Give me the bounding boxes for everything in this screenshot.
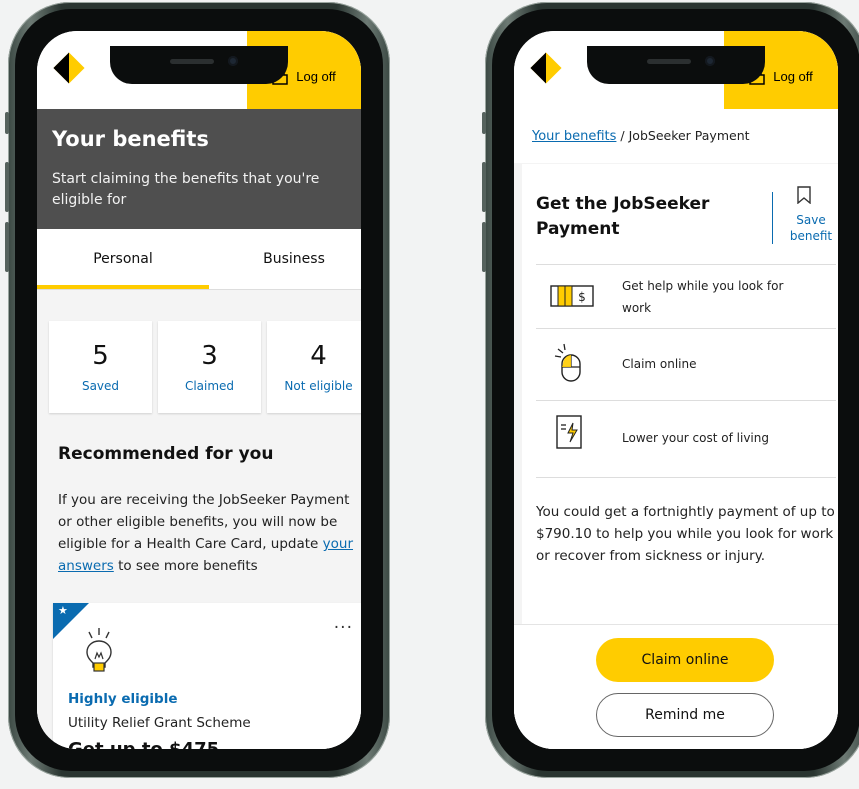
breadcrumb: Your benefits / JobSeeker Payment <box>532 128 750 144</box>
tab-personal[interactable]: Personal <box>37 229 209 289</box>
mute-switch <box>482 112 486 134</box>
eligibility-label: Highly eligible <box>68 691 178 707</box>
bezel: Log off Your benefits / JobSeeker Paymen… <box>492 9 859 771</box>
notch <box>110 46 288 84</box>
stat-not-eligible[interactable]: 4 Not eligible <box>267 321 361 413</box>
recommended-text: If you are receiving the JobSeeker Payme… <box>58 489 361 577</box>
phone-left: Log off Your benefits Start claiming the… <box>5 2 390 778</box>
breadcrumb-your-benefits[interactable]: Your benefits <box>532 129 616 144</box>
benefit-title: Get the JobSeeker Payment <box>536 194 710 239</box>
page-subtitle: Start claiming the benefits that you're … <box>52 171 320 208</box>
breadcrumb-separator: / <box>616 128 629 143</box>
more-options-icon[interactable]: ... <box>334 613 353 633</box>
screen-benefits: Log off Your benefits Start claiming the… <box>37 31 361 749</box>
feature-text: Lower your cost of living <box>622 431 769 445</box>
lightbulb-icon <box>86 628 112 672</box>
benefit-amount: Get up to $475 <box>68 739 219 749</box>
breadcrumb-current: JobSeeker Payment <box>628 128 750 143</box>
benefits-banner: Your benefits Start claiming the benefit… <box>37 109 361 229</box>
volume-down-button <box>482 222 486 272</box>
volume-up-button <box>5 162 9 212</box>
star-icon: ★ <box>58 604 68 617</box>
divider <box>772 192 773 244</box>
stat-value: 3 <box>201 341 218 371</box>
feature-row: $ Get help while you look for work <box>536 264 836 329</box>
feature-text: Get help while you look for work <box>622 279 784 315</box>
brand-logo[interactable] <box>530 52 562 84</box>
recommended-heading: Recommended for you <box>58 444 274 464</box>
volume-down-button <box>5 222 9 272</box>
remind-me-button[interactable]: Remind me <box>596 693 774 737</box>
logoff-label: Log off <box>296 68 336 84</box>
stat-label: Not eligible <box>284 379 353 393</box>
benefit-card[interactable]: ★ ... Highly eligible Utility Relief Gra… <box>53 603 361 749</box>
benefit-detail-card: Get the JobSeeker Payment Save benefit $… <box>522 164 838 624</box>
stat-value: 5 <box>92 341 109 371</box>
svg-text:$: $ <box>578 290 586 304</box>
recommended-text-end: to see more benefits <box>113 558 258 574</box>
mute-switch <box>5 112 9 134</box>
tab-business[interactable]: Business <box>209 229 361 289</box>
feature-text: Claim online <box>622 357 697 371</box>
stat-label: Saved <box>81 379 120 393</box>
money-icon: $ <box>550 285 594 307</box>
brand-logo[interactable] <box>53 52 85 84</box>
bill-energy-icon <box>556 415 582 449</box>
scheme-name: Utility Relief Grant Scheme <box>68 715 251 731</box>
stat-claimed[interactable]: 3 Claimed <box>158 321 261 413</box>
benefit-tabs: Personal Business <box>37 229 361 290</box>
active-tab-indicator <box>37 285 209 289</box>
claim-online-button[interactable]: Claim online <box>596 638 774 682</box>
stat-value: 4 <box>310 341 327 371</box>
mouse-click-icon <box>554 343 581 382</box>
volume-up-button <box>482 162 486 212</box>
page-title: Your benefits <box>52 127 209 151</box>
phone-right: Log off Your benefits / JobSeeker Paymen… <box>482 2 859 778</box>
logoff-label: Log off <box>773 68 813 84</box>
notch <box>587 46 765 84</box>
save-benefit-button[interactable]: Save benefit <box>780 212 838 244</box>
benefit-description: You could get a fortnightly payment of u… <box>536 504 835 564</box>
stat-saved[interactable]: 5 Saved <box>49 321 152 413</box>
feature-row: Claim online <box>536 328 836 401</box>
feature-row: Lower your cost of living <box>536 400 836 478</box>
stat-label: Claimed <box>184 379 235 393</box>
screen-jobseeker: Log off Your benefits / JobSeeker Paymen… <box>514 31 838 749</box>
recommended-text-start: If you are receiving the JobSeeker Payme… <box>58 492 350 552</box>
bezel: Log off Your benefits Start claiming the… <box>15 9 383 771</box>
bookmark-icon[interactable] <box>797 186 811 204</box>
